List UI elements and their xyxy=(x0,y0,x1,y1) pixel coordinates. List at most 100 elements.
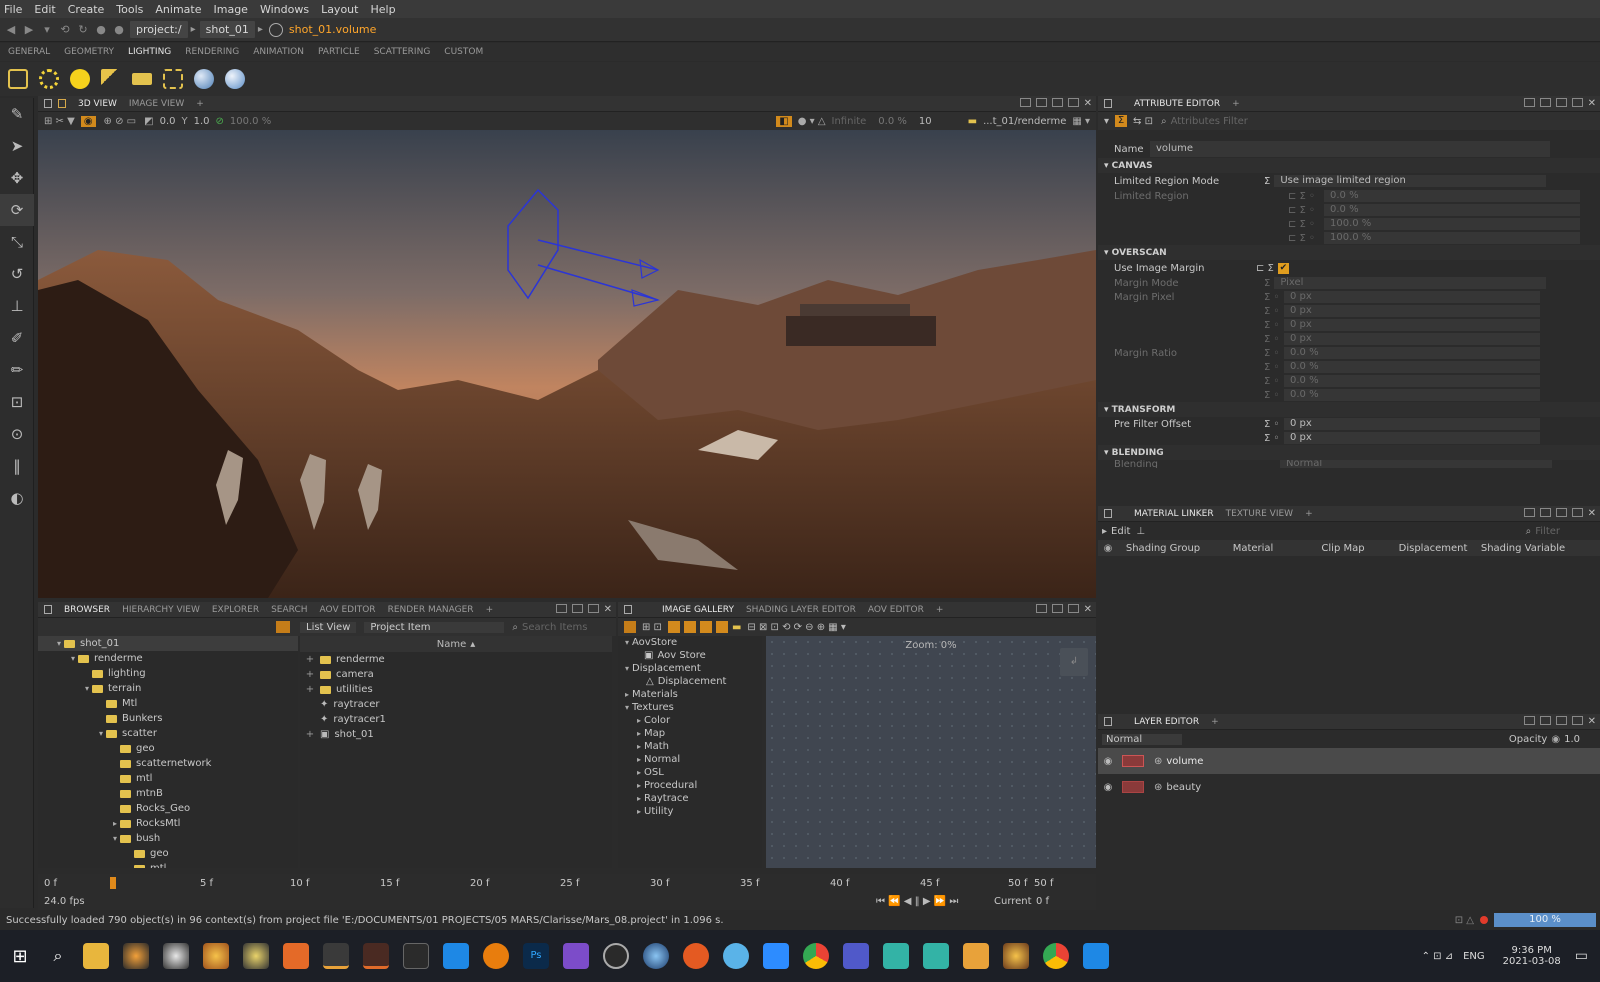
section-transform[interactable]: ▾ TRANSFORM xyxy=(1098,402,1600,417)
expand-icon[interactable]: + xyxy=(300,654,320,665)
edit-menu[interactable]: Edit xyxy=(1111,526,1130,537)
lock-icon[interactable] xyxy=(1104,717,1112,726)
visibility-icon[interactable]: ◉ xyxy=(1098,756,1118,767)
tree-item[interactable]: ▸ Color xyxy=(618,714,762,727)
gallery-tool-icon[interactable]: ⊞ ⊡ xyxy=(642,622,662,633)
limited-region-mode-select[interactable]: Use image limited region xyxy=(1274,175,1547,187)
gi-light-icon[interactable] xyxy=(194,69,214,89)
gallery-view[interactable]: Zoom: 0% ↲ xyxy=(766,636,1096,868)
sphere-light-icon[interactable] xyxy=(70,69,90,89)
list-item[interactable]: + utilities xyxy=(300,682,612,697)
scale-icon[interactable]: ⤡ xyxy=(0,226,34,258)
app-icon[interactable] xyxy=(1083,943,1109,969)
tree-item[interactable]: ▸ Procedural xyxy=(618,779,762,792)
area-light-icon[interactable] xyxy=(163,69,183,89)
app-icon[interactable] xyxy=(203,943,229,969)
move-icon[interactable]: ✥ xyxy=(0,162,34,194)
menu-edit[interactable]: Edit xyxy=(34,3,55,16)
menu-animate[interactable]: Animate xyxy=(155,3,201,16)
collapse-icon[interactable]: ▾ xyxy=(68,654,78,663)
limited-region-field[interactable]: 0.0 % xyxy=(1324,190,1580,202)
breadcrumb-project[interactable]: project:/ xyxy=(130,21,188,38)
visibility-icon[interactable]: ◉ xyxy=(1098,543,1118,554)
pin-icon[interactable] xyxy=(58,99,66,108)
lock-icon[interactable] xyxy=(624,605,632,614)
menu-image[interactable]: Image xyxy=(214,3,248,16)
list-item[interactable]: + renderme xyxy=(300,652,612,667)
list-item[interactable]: + ▣ shot_01 xyxy=(300,727,612,742)
expand-icon[interactable]: + xyxy=(300,684,320,695)
refresh-icon[interactable]: ⟲ xyxy=(58,23,72,37)
shelf-tab-animation[interactable]: ANIMATION xyxy=(253,47,304,57)
shelf-tab-general[interactable]: GENERAL xyxy=(8,47,50,57)
expand-icon[interactable]: ▸ xyxy=(634,781,644,790)
clock[interactable]: 9:36 PM 2021-03-08 xyxy=(1503,945,1561,967)
limited-region-field[interactable]: 0.0 % xyxy=(1324,204,1580,216)
margin-ratio-field[interactable]: 0.0 % xyxy=(1284,361,1540,373)
tab-material-linker[interactable]: MATERIAL LINKER xyxy=(1134,509,1214,519)
lock-icon[interactable] xyxy=(44,605,52,614)
split-v-icon[interactable] xyxy=(1555,98,1567,107)
app-icon[interactable] xyxy=(123,943,149,969)
link-icon[interactable]: ⊏ Σ ◦ xyxy=(1288,191,1320,202)
samples-value[interactable]: 10 xyxy=(919,116,932,127)
shelf-tab-particle[interactable]: PARTICLE xyxy=(318,47,360,57)
link-icon[interactable]: Σ ◦ xyxy=(1264,334,1284,345)
close-icon[interactable]: ✕ xyxy=(1588,716,1596,727)
tree-item[interactable]: lighting xyxy=(38,666,298,681)
split-h-icon[interactable] xyxy=(1539,716,1551,725)
split-grid-icon[interactable] xyxy=(1523,98,1535,107)
layer-row[interactable]: ◉ ⊛ volume xyxy=(1098,748,1600,774)
export-icon[interactable]: ↲ xyxy=(1060,648,1088,676)
shading-icon[interactable]: ● ▾ △ xyxy=(798,116,826,127)
menu-help[interactable]: Help xyxy=(370,3,395,16)
camera-path[interactable]: ...t_01/renderme xyxy=(983,116,1066,127)
tree-item[interactable]: △ Displacement xyxy=(618,675,762,688)
lock-icon[interactable] xyxy=(1104,509,1112,518)
split-h-icon[interactable] xyxy=(571,604,583,613)
layer-color-swatch[interactable] xyxy=(1122,781,1144,793)
column-header[interactable]: Displacement xyxy=(1388,543,1478,554)
blender-icon[interactable] xyxy=(483,943,509,969)
app-icon[interactable] xyxy=(163,943,189,969)
margin-pixel-field[interactable]: 0 px xyxy=(1284,319,1540,331)
link-icon[interactable]: Σ ◦ xyxy=(1264,376,1284,387)
language-indicator[interactable]: ENG xyxy=(1463,951,1485,962)
breadcrumb-active[interactable]: shot_01.volume xyxy=(289,23,377,36)
layer-color-swatch[interactable] xyxy=(1122,755,1144,767)
tree-item[interactable]: Rocks_Geo xyxy=(38,801,298,816)
app-icon[interactable] xyxy=(443,943,469,969)
gamma-value[interactable]: 1.0 xyxy=(194,116,210,127)
point-light-icon[interactable] xyxy=(8,69,28,89)
attr-tools-icon[interactable]: ⇆ ⊡ xyxy=(1133,116,1153,127)
use-image-margin-checkbox[interactable]: ✔ xyxy=(1277,262,1289,274)
blending-select[interactable]: Normal xyxy=(1280,460,1552,468)
split-grid-icon[interactable] xyxy=(1523,716,1535,725)
section-blending[interactable]: ▾ BLENDING xyxy=(1098,445,1600,460)
stop-icon[interactable]: ● xyxy=(94,23,108,37)
ruler-icon[interactable]: ‖ xyxy=(0,450,34,482)
infinite-value[interactable]: Infinite xyxy=(832,116,867,127)
expand-icon[interactable]: + xyxy=(300,669,320,680)
link-icon[interactable]: Σ ◦ xyxy=(1264,320,1284,331)
tab-hierarchy-view[interactable]: HIERARCHY VIEW xyxy=(122,605,200,615)
filter-input[interactable]: Filter xyxy=(1535,526,1560,537)
list-item[interactable]: ✦ raytracer xyxy=(300,697,612,712)
app-icon[interactable] xyxy=(683,943,709,969)
list-view-dropdown[interactable]: List View xyxy=(300,621,357,633)
maya-icon[interactable] xyxy=(883,943,909,969)
zoom-icon[interactable] xyxy=(763,943,789,969)
list-item[interactable]: ✦ raytracer1 xyxy=(300,712,612,727)
tree-item[interactable]: ▸ Math xyxy=(618,740,762,753)
app-icon[interactable] xyxy=(963,943,989,969)
close-icon[interactable]: ✕ xyxy=(1084,604,1092,615)
add-tab-icon[interactable]: + xyxy=(196,99,204,109)
timeline-end[interactable]: 50 f xyxy=(1034,878,1053,889)
search-input[interactable]: Search Items xyxy=(522,622,588,633)
file-explorer-icon[interactable] xyxy=(83,943,109,969)
collapse-icon[interactable]: ▾ xyxy=(622,664,632,673)
viewport-canvas[interactable] xyxy=(38,130,1096,598)
link-icon[interactable]: Σ ◦ xyxy=(1264,433,1284,444)
section-canvas[interactable]: ▾ CANVAS xyxy=(1098,158,1600,173)
split-grid-icon[interactable] xyxy=(1523,508,1535,517)
